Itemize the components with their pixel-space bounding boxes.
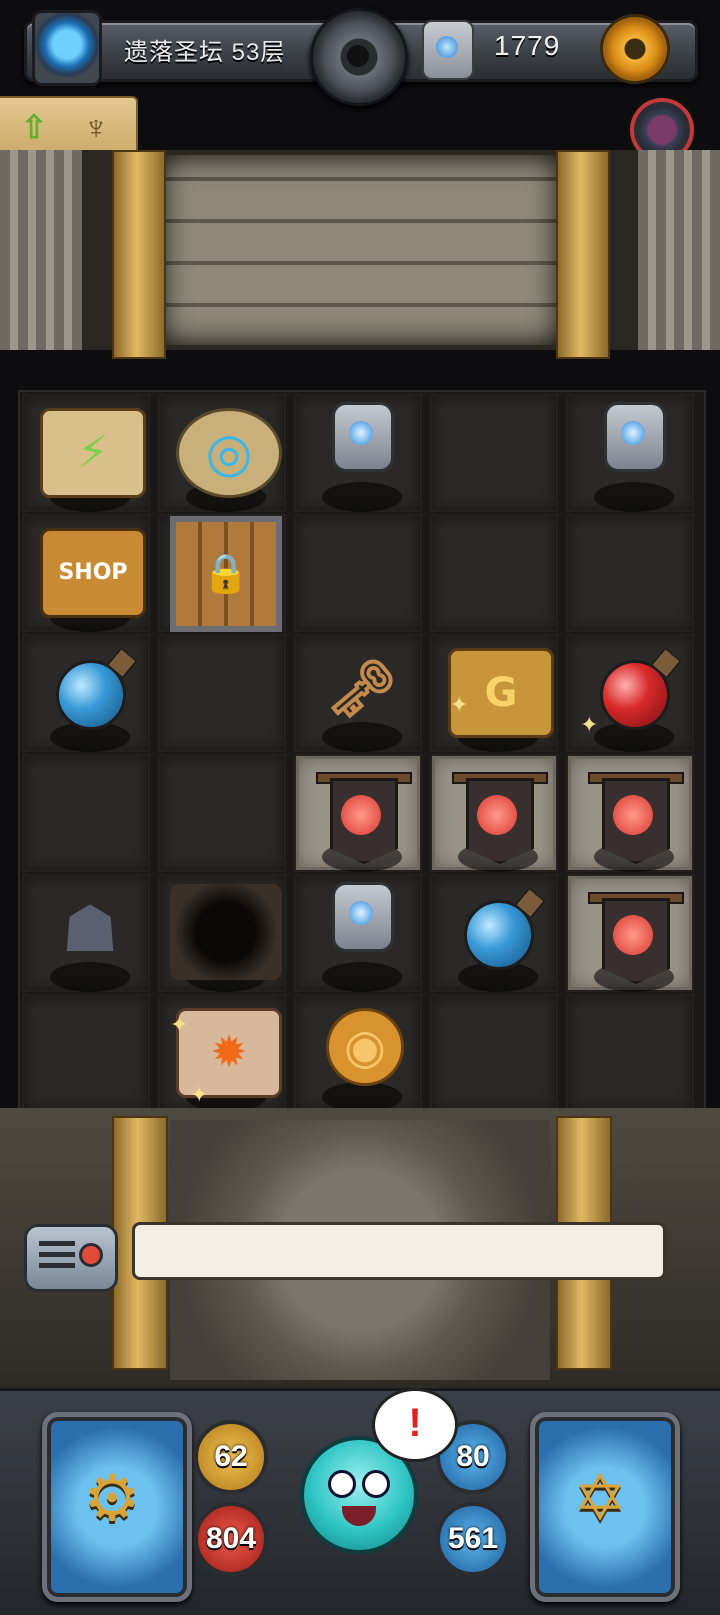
enemy-banner-icon[interactable]: [602, 898, 670, 984]
sparkle-icon: ✦: [580, 712, 599, 737]
dialog-message-box[interactable]: [132, 1222, 666, 1280]
enemy-banner-icon[interactable]: [466, 778, 534, 864]
portal-icon[interactable]: [32, 10, 102, 86]
grid-cell[interactable]: [566, 514, 694, 632]
blue-gem-stone-icon[interactable]: [332, 882, 394, 952]
equipment-icon: ⚙: [83, 1462, 141, 1534]
top-bar: 遗落圣坛 53层 1779: [24, 8, 698, 106]
item-shadow: [322, 962, 402, 992]
golden-pillar-left: [112, 150, 166, 359]
altar-icon: ♆: [83, 109, 109, 147]
stone-column-right: [638, 150, 720, 350]
red-potion-icon[interactable]: [600, 660, 670, 730]
grid-cell[interactable]: [566, 994, 694, 1112]
bronze-key-icon[interactable]: 🗝: [312, 648, 412, 732]
grid-cell[interactable]: [22, 754, 150, 872]
enemy-banner-icon[interactable]: [602, 778, 670, 864]
item-shadow: [594, 482, 674, 512]
item-shadow: [322, 482, 402, 512]
grid-cell[interactable]: [430, 994, 558, 1112]
bomb-dial-icon[interactable]: [310, 8, 408, 106]
health-stat: 804: [194, 1502, 268, 1576]
lightning-scroll-icon[interactable]: ⚡: [40, 408, 146, 498]
shop-building-icon[interactable]: SHOP: [40, 528, 146, 618]
blue-potion-icon[interactable]: [56, 660, 126, 730]
floor-label: 遗落圣坛 53层: [124, 39, 286, 66]
stone-column-left: [0, 150, 82, 350]
attack-stat: 62: [194, 1420, 268, 1494]
grid-cell[interactable]: [430, 514, 558, 632]
equipment-button[interactable]: ⚙: [42, 1412, 192, 1602]
grid-cell[interactable]: [22, 994, 150, 1112]
spellbook-icon: ✡: [573, 1462, 627, 1534]
grid-cell[interactable]: [430, 394, 558, 512]
stone-wall-texture: [160, 155, 560, 345]
blue-gem-stone-icon[interactable]: [604, 402, 666, 472]
golden-pillar-right: [556, 150, 610, 359]
spellbook-button[interactable]: ✡: [530, 1412, 680, 1602]
portal-stairs-icon[interactable]: ◎: [176, 408, 282, 498]
gem-stone-icon: [422, 20, 474, 80]
stone-golem-icon[interactable]: ☗: [40, 888, 140, 972]
sparkle-icon: ✦: [170, 1012, 189, 1037]
blue-gem-stone-icon[interactable]: [332, 402, 394, 472]
alert-bubble-icon[interactable]: !: [372, 1388, 458, 1462]
settings-gear-icon[interactable]: [600, 14, 670, 84]
radio-icon[interactable]: [24, 1224, 118, 1292]
enemy-banner-icon[interactable]: [330, 778, 398, 864]
grid-cell[interactable]: [158, 634, 286, 752]
blue-potion-icon[interactable]: [464, 900, 534, 970]
sparkle-icon: ✦: [190, 1082, 209, 1107]
gem-count: 1779: [494, 30, 561, 61]
dungeon-grid: ⚡ ◎ SHOP 🔒 🗝 G ☗ ✹ ◉ ✦ ✦ ✦ ✦: [18, 390, 706, 1120]
locked-door-icon[interactable]: 🔒: [170, 516, 282, 632]
bronze-coin-icon[interactable]: ◉: [326, 1008, 404, 1086]
up-arrow-icon: ⇧: [20, 109, 48, 145]
grid-cell[interactable]: [294, 514, 422, 632]
mana-stat: 561: [436, 1502, 510, 1576]
grid-cell[interactable]: [158, 754, 286, 872]
floor-hole-icon: [170, 884, 282, 980]
sparkle-icon: ✦: [450, 692, 469, 717]
